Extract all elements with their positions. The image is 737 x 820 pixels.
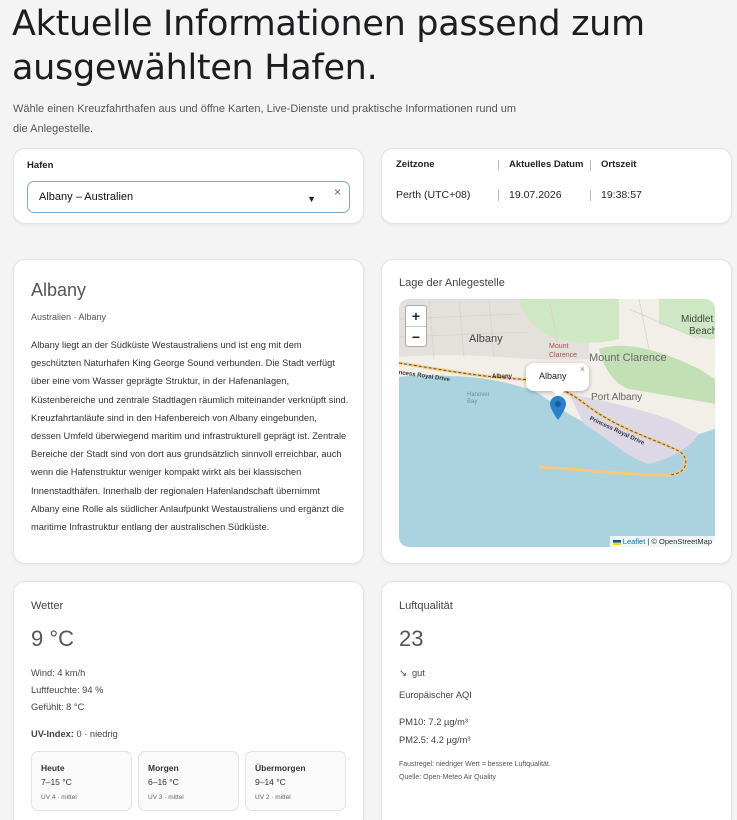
- pm25-value: PM2.5: 4.2 µg/m³: [399, 735, 471, 745]
- weather-feels: Gefühlt: 8 °C: [31, 702, 85, 712]
- forecast-range: 9–14 °C: [255, 777, 286, 787]
- air-quality-card: Luftqualität 23 ↘ gut Europäischer AQI P…: [381, 581, 732, 820]
- close-icon[interactable]: ×: [580, 364, 585, 374]
- aqi-rating: ↘ gut: [399, 668, 425, 679]
- weather-humidity: Luftfeuchte: 94 %: [31, 685, 104, 695]
- date-value: 19.07.2026: [509, 189, 562, 201]
- forecast-range: 6–16 °C: [148, 777, 179, 787]
- zoom-control: + −: [405, 305, 427, 347]
- map-label: Albany: [469, 333, 503, 345]
- weather-title: Wetter: [31, 600, 64, 612]
- uv-index: UV-Index: 0 · niedrig: [31, 729, 118, 739]
- pm10-value: PM10: 7.2 µg/m³: [399, 717, 468, 727]
- map-label: Port Albany: [591, 392, 643, 403]
- aqi-rule: Faustregel: niedriger Wert = bessere Luf…: [399, 761, 551, 768]
- osm-attribution: | © OpenStreetMap: [645, 537, 712, 546]
- divider: [590, 160, 591, 171]
- forecast-card: Übermorgen 9–14 °C UV 2 · mittel: [245, 751, 346, 811]
- time-label: Ortszeit: [601, 159, 637, 170]
- divider: [498, 190, 499, 201]
- forecast-uv: UV 2 · mittel: [255, 794, 291, 801]
- time-info-card: Zeitzone Aktuelles Datum Ortszeit Perth …: [381, 148, 732, 224]
- leaflet-link[interactable]: Leaflet: [623, 537, 646, 546]
- divider: [590, 190, 591, 201]
- zoom-out-button[interactable]: −: [406, 326, 426, 346]
- map-label: Beach: [689, 326, 715, 337]
- port-select-card: Hafen Albany – Australien ▼ ×: [13, 148, 364, 224]
- flag-icon: [612, 539, 621, 545]
- map-label: Mount Clarence: [549, 343, 578, 359]
- forecast-range: 7–15 °C: [41, 777, 72, 787]
- divider: [498, 160, 499, 171]
- forecast-day: Heute: [41, 763, 65, 773]
- date-label: Aktuelles Datum: [509, 159, 584, 170]
- chevron-down-icon[interactable]: ▼: [307, 194, 316, 204]
- map-title: Lage der Anlegestelle: [399, 277, 505, 289]
- city-info-card: Albany Australien · Albany Albany liegt …: [13, 259, 364, 564]
- time-value: 19:38:57: [601, 189, 642, 201]
- port-select-value: Albany – Australien: [39, 191, 134, 203]
- forecast-card: Heute 7–15 °C UV 4 · mittel: [31, 751, 132, 811]
- map-attribution: Leaflet | © OpenStreetMap: [609, 536, 715, 547]
- timezone-value: Perth (UTC+08): [396, 189, 471, 201]
- map-marker-icon[interactable]: [550, 396, 566, 420]
- forecast-uv: UV 3 · mittel: [148, 794, 184, 801]
- port-select[interactable]: Albany – Australien ▼ ×: [27, 181, 350, 213]
- map-popup: Albany ×: [526, 363, 589, 397]
- weather-wind: Wind: 4 km/h: [31, 668, 86, 678]
- map-label: Middlet: [681, 314, 714, 325]
- weather-card: Wetter 9 °C Wind: 4 km/h Luftfeuchte: 94…: [13, 581, 364, 820]
- city-description: Albany liegt an der Südküste Westaustral…: [31, 340, 349, 533]
- forecast-day: Morgen: [148, 763, 179, 773]
- timezone-label: Zeitzone: [396, 159, 435, 170]
- map-view[interactable]: Albany Mount Clarence Mount Clarence Mid…: [399, 299, 715, 547]
- map-card: Lage der Anlegestelle Albany Mount Clare…: [381, 259, 732, 564]
- aqi-source: Quelle: Open-Meteo Air Quality: [399, 774, 496, 781]
- air-title: Luftqualität: [399, 600, 453, 612]
- city-name: Albany: [31, 280, 87, 300]
- map-tiles: [399, 299, 715, 477]
- forecast-day: Übermorgen: [255, 763, 306, 773]
- map-label: Mount Clarence: [589, 352, 667, 364]
- aqi-index-name: Europäischer AQI: [399, 690, 472, 700]
- hero-subtitle: Wähle einen Kreuzfahrthafen aus und öffn…: [13, 103, 517, 135]
- forecast-card: Morgen 6–16 °C UV 3 · mittel: [138, 751, 239, 811]
- weather-temperature: 9 °C: [31, 626, 75, 651]
- zoom-in-button[interactable]: +: [406, 306, 426, 326]
- map-label: Albany: [492, 374, 513, 380]
- forecast-uv: UV 4 · mittel: [41, 794, 77, 801]
- hero-title: Aktuelle Informationen passend zum ausge…: [12, 4, 645, 88]
- aqi-rating-text: gut: [411, 668, 425, 678]
- port-label: Hafen: [27, 160, 54, 171]
- uv-label: UV-Index:: [31, 729, 74, 739]
- map-label: Hanover Bay: [467, 392, 490, 405]
- uv-value: 0 · niedrig: [73, 729, 118, 739]
- city-breadcrumb: Australien · Albany: [31, 312, 107, 322]
- clear-icon[interactable]: ×: [334, 185, 341, 199]
- popup-label: Albany: [539, 371, 567, 381]
- trend-down-icon: ↘: [399, 668, 407, 678]
- aqi-value: 23: [399, 626, 424, 651]
